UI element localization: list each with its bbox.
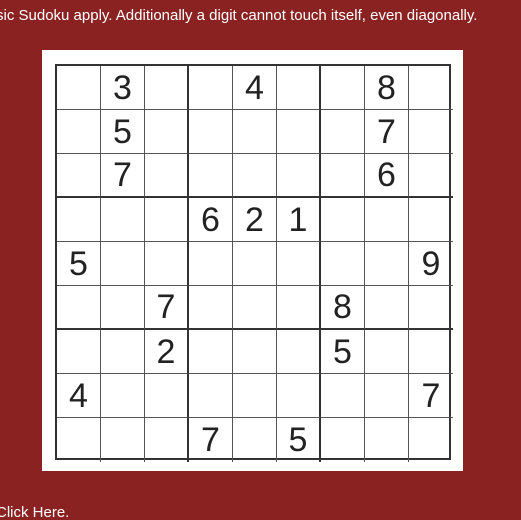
sudoku-cell-r9c6[interactable]: 5 xyxy=(277,418,321,462)
sudoku-cell-r8c2[interactable] xyxy=(101,374,145,418)
sudoku-cell-r9c8[interactable] xyxy=(365,418,409,462)
sudoku-cell-r2c1[interactable] xyxy=(57,110,101,154)
click-here-link[interactable]: Click Here. xyxy=(0,503,69,520)
sudoku-cell-r6c7[interactable]: 8 xyxy=(321,286,365,330)
sudoku-cell-r9c5[interactable] xyxy=(233,418,277,462)
sudoku-cell-r6c9[interactable] xyxy=(409,286,453,330)
sudoku-cell-r6c4[interactable] xyxy=(189,286,233,330)
sudoku-cell-r6c5[interactable] xyxy=(233,286,277,330)
sudoku-cell-r4c9[interactable] xyxy=(409,198,453,242)
sudoku-cell-r7c1[interactable] xyxy=(57,330,101,374)
sudoku-cell-r4c1[interactable] xyxy=(57,198,101,242)
sudoku-cell-r2c9[interactable] xyxy=(409,110,453,154)
sudoku-cell-r8c8[interactable] xyxy=(365,374,409,418)
sudoku-cell-r7c9[interactable] xyxy=(409,330,453,374)
sudoku-cell-r2c3[interactable] xyxy=(145,110,189,154)
sudoku-cell-r6c6[interactable] xyxy=(277,286,321,330)
sudoku-cell-r1c3[interactable] xyxy=(145,66,189,110)
sudoku-cell-r1c5[interactable]: 4 xyxy=(233,66,277,110)
sudoku-cell-r2c6[interactable] xyxy=(277,110,321,154)
sudoku-cell-r7c5[interactable] xyxy=(233,330,277,374)
sudoku-cell-r7c7[interactable]: 5 xyxy=(321,330,365,374)
sudoku-cell-r5c6[interactable] xyxy=(277,242,321,286)
sudoku-cell-r9c2[interactable] xyxy=(101,418,145,462)
sudoku-cell-r1c2[interactable]: 3 xyxy=(101,66,145,110)
sudoku-cell-r3c6[interactable] xyxy=(277,154,321,198)
sudoku-cell-r5c5[interactable] xyxy=(233,242,277,286)
sudoku-cell-r8c6[interactable] xyxy=(277,374,321,418)
sudoku-cell-r9c7[interactable] xyxy=(321,418,365,462)
sudoku-cell-r5c2[interactable] xyxy=(101,242,145,286)
sudoku-cell-r7c6[interactable] xyxy=(277,330,321,374)
sudoku-cell-r6c2[interactable] xyxy=(101,286,145,330)
sudoku-cell-r7c3[interactable]: 2 xyxy=(145,330,189,374)
sudoku-cell-r1c8[interactable]: 8 xyxy=(365,66,409,110)
sudoku-cell-r4c8[interactable] xyxy=(365,198,409,242)
sudoku-cell-r2c4[interactable] xyxy=(189,110,233,154)
sudoku-cell-r9c3[interactable] xyxy=(145,418,189,462)
sudoku-cell-r3c7[interactable] xyxy=(321,154,365,198)
sudoku-cell-r1c9[interactable] xyxy=(409,66,453,110)
sudoku-cell-r2c7[interactable] xyxy=(321,110,365,154)
sudoku-cell-r1c1[interactable] xyxy=(57,66,101,110)
sudoku-cell-r4c3[interactable] xyxy=(145,198,189,242)
sudoku-cell-r5c8[interactable] xyxy=(365,242,409,286)
sudoku-cell-r8c7[interactable] xyxy=(321,374,365,418)
sudoku-cell-r4c4[interactable]: 6 xyxy=(189,198,233,242)
sudoku-cell-r3c1[interactable] xyxy=(57,154,101,198)
sudoku-cell-r2c5[interactable] xyxy=(233,110,277,154)
sudoku-cell-r8c3[interactable] xyxy=(145,374,189,418)
sudoku-cell-r3c3[interactable] xyxy=(145,154,189,198)
sudoku-cell-r2c2[interactable]: 5 xyxy=(101,110,145,154)
sudoku-cell-r5c3[interactable] xyxy=(145,242,189,286)
sudoku-cell-r8c5[interactable] xyxy=(233,374,277,418)
sudoku-cell-r3c9[interactable] xyxy=(409,154,453,198)
sudoku-cell-r3c8[interactable]: 6 xyxy=(365,154,409,198)
sudoku-cell-r1c7[interactable] xyxy=(321,66,365,110)
page: sic Sudoku apply. Additionally a digit c… xyxy=(0,0,521,520)
sudoku-cell-r3c4[interactable] xyxy=(189,154,233,198)
sudoku-cell-r9c4[interactable]: 7 xyxy=(189,418,233,462)
sudoku-cell-r6c8[interactable] xyxy=(365,286,409,330)
sudoku-cell-r2c8[interactable]: 7 xyxy=(365,110,409,154)
sudoku-cell-r7c4[interactable] xyxy=(189,330,233,374)
sudoku-cell-r3c5[interactable] xyxy=(233,154,277,198)
sudoku-cell-r5c7[interactable] xyxy=(321,242,365,286)
sudoku-cell-r3c2[interactable]: 7 xyxy=(101,154,145,198)
sudoku-cell-r5c9[interactable]: 9 xyxy=(409,242,453,286)
sudoku-cell-r4c2[interactable] xyxy=(101,198,145,242)
sudoku-cell-r9c9[interactable] xyxy=(409,418,453,462)
sudoku-cell-r8c4[interactable] xyxy=(189,374,233,418)
sudoku-cell-r7c8[interactable] xyxy=(365,330,409,374)
sudoku-cell-r4c7[interactable] xyxy=(321,198,365,242)
sudoku-cell-r4c6[interactable]: 1 xyxy=(277,198,321,242)
sudoku-cell-r6c3[interactable]: 7 xyxy=(145,286,189,330)
sudoku-cell-r1c4[interactable] xyxy=(189,66,233,110)
sudoku-cell-r8c1[interactable]: 4 xyxy=(57,374,101,418)
sudoku-cell-r6c1[interactable] xyxy=(57,286,101,330)
sudoku-cell-r9c1[interactable] xyxy=(57,418,101,462)
sudoku-cell-r5c4[interactable] xyxy=(189,242,233,286)
sudoku-cell-r4c5[interactable]: 2 xyxy=(233,198,277,242)
sudoku-cell-r7c2[interactable] xyxy=(101,330,145,374)
rules-text: sic Sudoku apply. Additionally a digit c… xyxy=(0,7,478,24)
sudoku-cell-r8c9[interactable]: 7 xyxy=(409,374,453,418)
sudoku-board: 34857766215978254775 xyxy=(42,50,463,471)
sudoku-cell-r5c1[interactable]: 5 xyxy=(57,242,101,286)
sudoku-grid: 34857766215978254775 xyxy=(55,64,453,462)
sudoku-cell-r1c6[interactable] xyxy=(277,66,321,110)
